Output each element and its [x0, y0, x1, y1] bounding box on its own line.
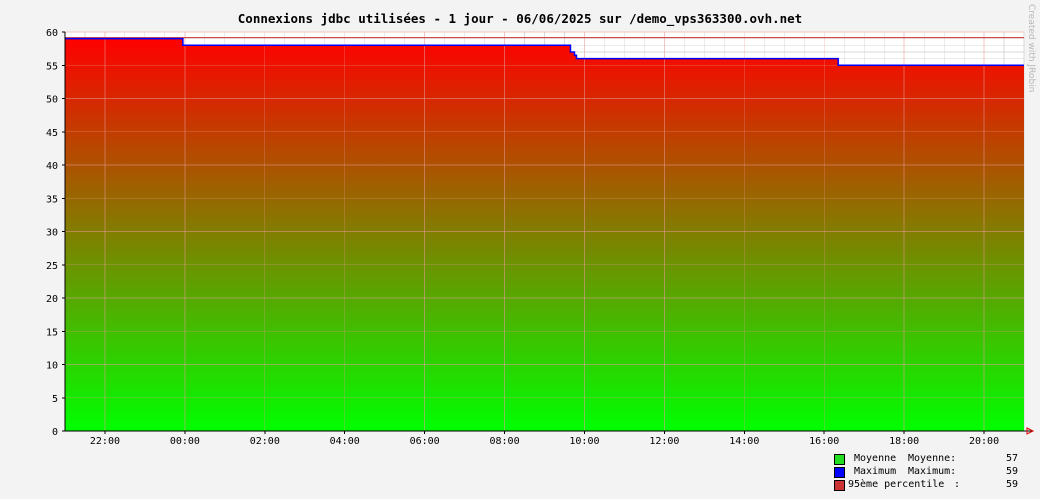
x-tick-label: 06:00 — [410, 436, 440, 447]
x-tick-label: 04:00 — [330, 436, 360, 447]
legend-value: 57 — [1005, 453, 1018, 464]
x-tick-label: 12:00 — [649, 436, 679, 447]
legend-name: 95ème percentile — [848, 479, 945, 490]
y-tick-label: 35 — [46, 194, 58, 205]
x-tick-labels: 22:00 00:00 02:00 04:00 06:00 08:00 10:00 12:00… — [90, 436, 999, 447]
y-tick-label: 25 — [46, 261, 58, 272]
x-tick-label: 08:00 — [489, 436, 519, 447]
legend-name: Maximum — [854, 466, 897, 477]
legend-label: : — [954, 479, 961, 490]
chart-title: Connexions jdbc utilisées - 1 jour - 06/… — [237, 11, 803, 26]
y-tick-label: 10 — [46, 361, 58, 372]
y-tick-label: 40 — [46, 161, 58, 172]
legend-swatch-percentile — [834, 480, 845, 491]
y-tick-label: 50 — [46, 95, 58, 106]
y-tick-label: 30 — [46, 228, 58, 239]
x-tick-label: 10:00 — [569, 436, 599, 447]
x-tick-label: 20:00 — [969, 436, 999, 447]
x-tick-label: 02:00 — [250, 436, 280, 447]
x-tick-label: 16:00 — [809, 436, 839, 447]
watermark: Created with JRobin — [1026, 4, 1036, 93]
legend-label: Moyenne: — [908, 453, 957, 464]
y-tick-label: 60 — [46, 28, 58, 39]
series-area — [65, 38, 1024, 432]
y-tick-label: 15 — [46, 327, 58, 338]
chart-container: 0 5 10 15 20 25 30 35 40 45 50 55 60 22:00 00:00 02:00… — [0, 0, 1040, 499]
x-tick-label: 22:00 — [90, 436, 120, 447]
legend-value: 59 — [1005, 466, 1018, 477]
y-tick-label: 45 — [46, 128, 58, 139]
legend-value: 59 — [1005, 479, 1018, 490]
chart-svg: 0 5 10 15 20 25 30 35 40 45 50 55 60 22:00 00:00 02:00… — [46, 28, 1035, 447]
x-tick-label: 18:00 — [889, 436, 919, 447]
legend-name: Moyenne — [854, 453, 897, 464]
legend-label: Maximum: — [908, 466, 957, 477]
y-tick-label: 20 — [46, 294, 58, 305]
legend-swatch-maximum — [834, 467, 845, 478]
y-tick-label: 0 — [52, 427, 58, 438]
y-tick-label: 55 — [46, 61, 58, 72]
x-tick-label: 00:00 — [170, 436, 200, 447]
y-tick-label: 5 — [52, 394, 58, 405]
x-tick-label: 14:00 — [729, 436, 759, 447]
y-tick-labels: 0 5 10 15 20 25 30 35 40 45 50 55 60 — [46, 28, 58, 438]
legend-swatch-moyenne — [834, 454, 845, 465]
